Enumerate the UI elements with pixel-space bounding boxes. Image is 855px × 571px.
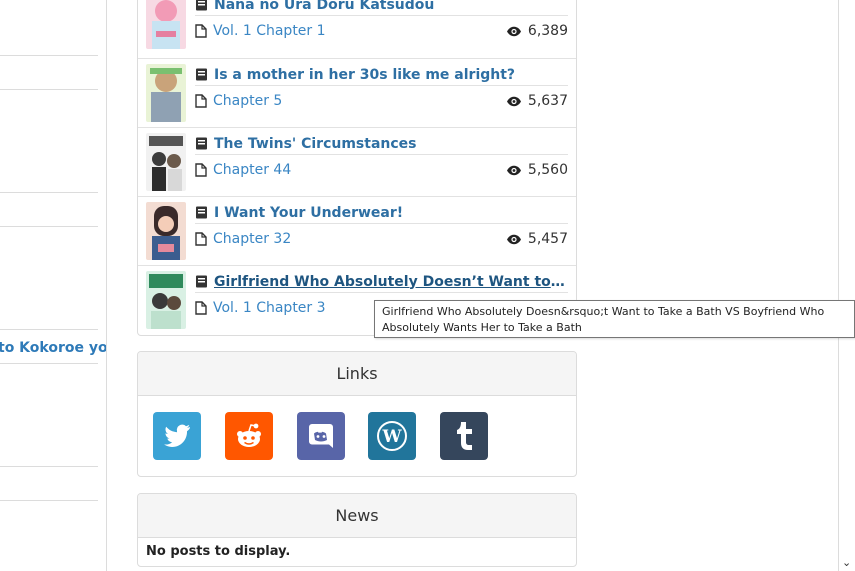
title-tooltip: Girlfriend Who Absolutely Doesn&rsquo;t …: [374, 300, 855, 338]
book-icon: [195, 206, 208, 219]
eye-icon: [506, 234, 522, 245]
twitter-icon[interactable]: [153, 412, 201, 460]
list-item: The Twins' Circumstances Chapter 44 5,56…: [138, 127, 576, 196]
manga-title-line: I Want Your Underwear!: [195, 202, 568, 224]
manga-title-line: Nana no Ura Doru Katsudou: [195, 0, 568, 16]
latest-updates-list: Nana no Ura Doru Katsudou Vol. 1 Chapter…: [137, 0, 577, 336]
manga-cover-thumbnail[interactable]: [146, 271, 186, 329]
eye-icon: [506, 96, 522, 107]
divider: [0, 226, 98, 227]
discord-icon[interactable]: [297, 412, 345, 460]
manga-cover-thumbnail[interactable]: [146, 0, 186, 49]
news-empty-message: No posts to display.: [146, 544, 291, 559]
book-icon: [195, 275, 208, 288]
divider: [0, 500, 98, 501]
view-count: 5,637: [506, 93, 568, 109]
file-icon: [195, 94, 207, 108]
manga-title-link[interactable]: I Want Your Underwear!: [214, 205, 403, 221]
view-count: 6,389: [506, 23, 568, 39]
manga-cover-thumbnail[interactable]: [146, 64, 186, 122]
news-card-title: News: [138, 494, 576, 538]
manga-title-link[interactable]: The Twins' Circumstances: [214, 136, 417, 152]
social-links: W: [138, 396, 576, 476]
file-icon: [195, 232, 207, 246]
chapter-link[interactable]: Chapter 44: [213, 162, 291, 178]
book-icon: [195, 68, 208, 81]
view-count: 5,560: [506, 162, 568, 178]
manga-cover-thumbnail[interactable]: [146, 202, 186, 260]
news-card: News No posts to display.: [137, 493, 577, 567]
divider: [0, 363, 98, 364]
list-item: I Want Your Underwear! Chapter 32 5,457: [138, 196, 576, 265]
view-count-value: 5,457: [527, 231, 568, 247]
manga-title-link[interactable]: Nana no Ura Doru Katsudou: [214, 0, 434, 13]
chapter-link[interactable]: Vol. 1 Chapter 1: [213, 23, 326, 39]
chapter-line: Chapter 32 5,457: [195, 228, 568, 250]
eye-icon: [506, 165, 522, 176]
chapter-link[interactable]: Chapter 32: [213, 231, 291, 247]
list-item: Is a mother in her 30s like me alright? …: [138, 58, 576, 127]
file-icon: [195, 163, 207, 177]
file-icon: [195, 24, 207, 38]
eye-icon: [506, 26, 522, 37]
right-column-border: [838, 0, 839, 571]
divider: [0, 55, 98, 56]
list-item: Nana no Ura Doru Katsudou Vol. 1 Chapter…: [138, 0, 576, 58]
manga-cover-thumbnail[interactable]: [146, 133, 186, 191]
links-card: Links W: [137, 351, 577, 477]
chapter-link[interactable]: Vol. 1 Chapter 3: [213, 300, 326, 316]
manga-title-line: Is a mother in her 30s like me alright?: [195, 64, 568, 86]
manga-title-link[interactable]: Girlfriend Who Absolutely Doesn’t Want t…: [214, 274, 568, 290]
file-icon: [195, 301, 207, 315]
manga-title-line: The Twins' Circumstances: [195, 133, 568, 155]
book-icon: [195, 137, 208, 150]
wordpress-icon[interactable]: W: [368, 412, 416, 460]
chapter-link[interactable]: Chapter 5: [213, 93, 282, 109]
book-icon: [195, 0, 208, 11]
view-count-value: 5,560: [527, 162, 568, 178]
chapter-line: Chapter 44 5,560: [195, 159, 568, 181]
divider: [0, 466, 98, 467]
chapter-line: Vol. 1 Chapter 1 6,389: [195, 20, 568, 42]
svg-text:W: W: [381, 427, 402, 447]
chevron-down-icon[interactable]: ⌄: [842, 556, 851, 569]
left-manga-title-fragment[interactable]: to Kokoroe yo: [0, 340, 106, 356]
manga-title-line: Girlfriend Who Absolutely Doesn’t Want t…: [195, 271, 568, 293]
divider: [0, 89, 98, 90]
divider: [0, 329, 98, 330]
left-column: to Kokoroe yo: [0, 0, 107, 571]
chapter-line: Chapter 5 5,637: [195, 90, 568, 112]
reddit-icon[interactable]: [225, 412, 273, 460]
view-count-value: 5,637: [527, 93, 568, 109]
tumblr-icon[interactable]: [440, 412, 488, 460]
divider: [0, 192, 98, 193]
view-count-value: 6,389: [527, 23, 568, 39]
manga-title-link[interactable]: Is a mother in her 30s like me alright?: [214, 67, 515, 83]
links-card-title: Links: [138, 352, 576, 396]
view-count: 5,457: [506, 231, 568, 247]
